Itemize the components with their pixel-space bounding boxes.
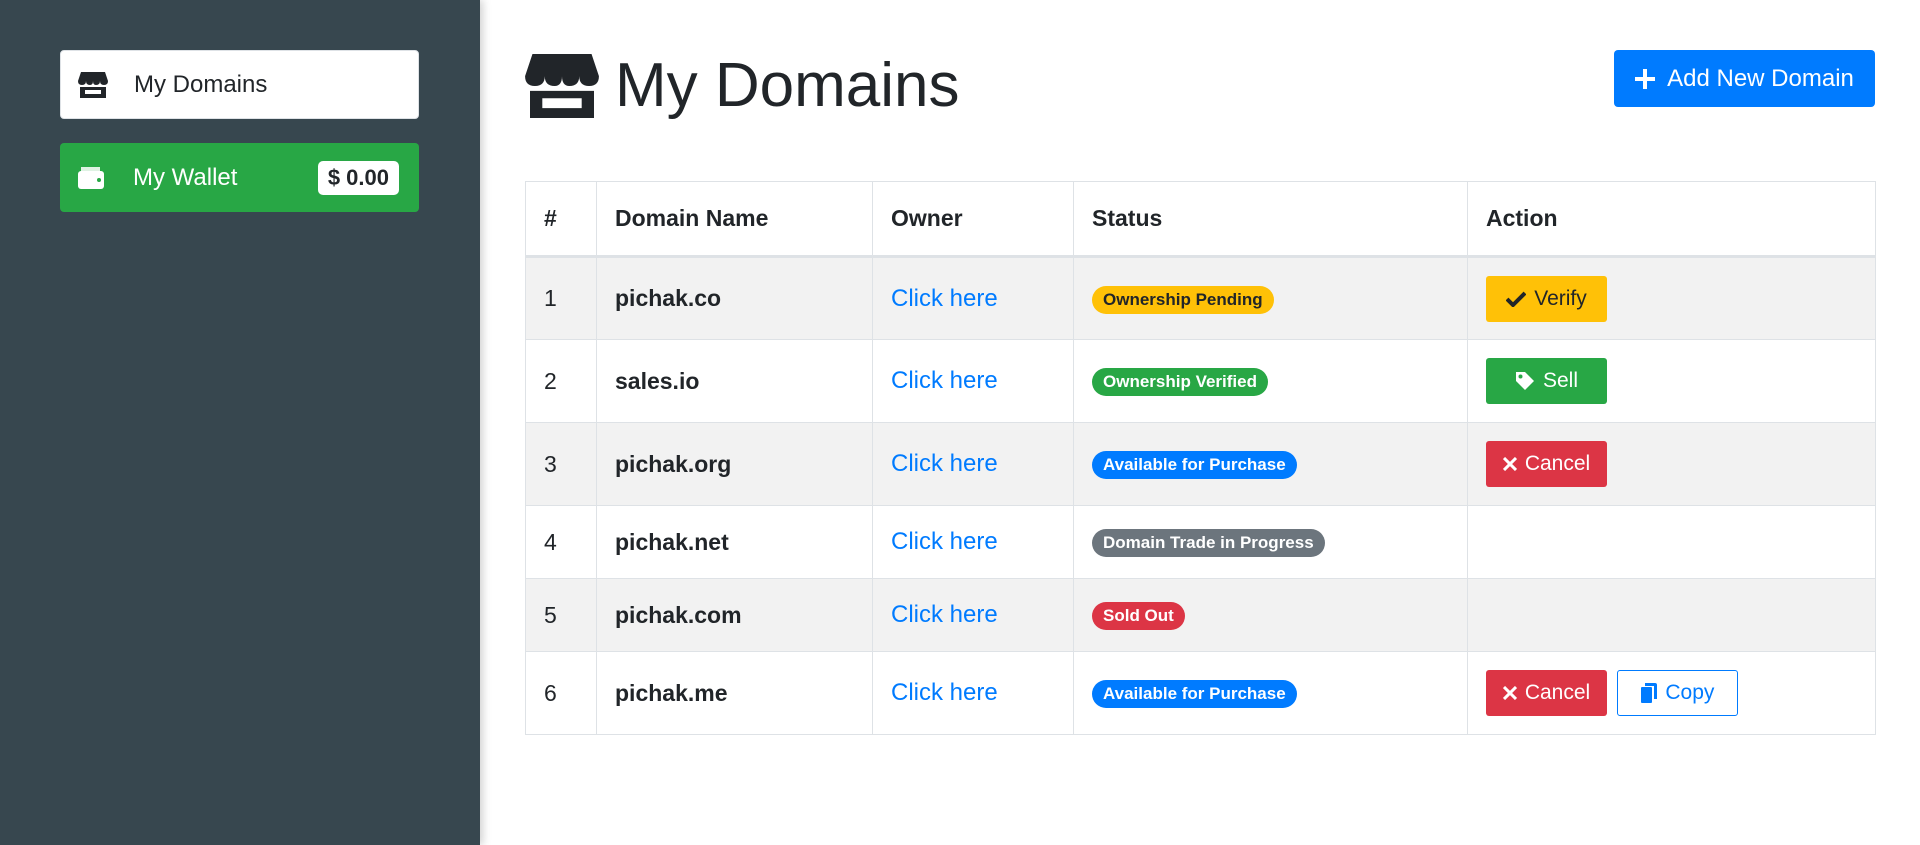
column-header-domain-name: Domain Name bbox=[596, 181, 873, 258]
add-new-domain-label: Add New Domain bbox=[1667, 64, 1854, 92]
table-row: 4 pichak.net Click here Domain Trade in … bbox=[525, 505, 1876, 579]
cancel-label: Cancel bbox=[1524, 452, 1591, 475]
status-badge: Available for Purchase bbox=[1092, 451, 1297, 479]
domain-name: sales.io bbox=[596, 339, 873, 423]
domain-name: pichak.co bbox=[596, 256, 873, 340]
owner-link[interactable]: Click here bbox=[891, 367, 998, 394]
sidebar: My Domains My Wallet $ 0.00 bbox=[0, 0, 480, 845]
domain-name: pichak.com bbox=[596, 578, 873, 652]
column-header-status: Status bbox=[1073, 181, 1468, 258]
table-row: 5 pichak.com Click here Sold Out bbox=[525, 578, 1876, 652]
status-cell: Ownership Pending bbox=[1073, 256, 1468, 340]
sell-button[interactable]: Sell bbox=[1486, 358, 1607, 404]
cancel-label: Cancel bbox=[1524, 681, 1591, 704]
cancel-button[interactable]: Cancel bbox=[1486, 441, 1607, 487]
action-cell bbox=[1467, 505, 1876, 579]
owner-cell: Click here bbox=[872, 651, 1074, 735]
table-row: 6 pichak.me Click here Available for Pur… bbox=[525, 651, 1876, 735]
owner-link[interactable]: Click here bbox=[891, 528, 998, 555]
copy-icon bbox=[1641, 683, 1658, 703]
status-badge: Sold Out bbox=[1092, 602, 1185, 630]
cancel-button[interactable]: Cancel bbox=[1486, 670, 1607, 716]
copy-button[interactable]: Copy bbox=[1617, 670, 1739, 716]
status-badge: Ownership Verified bbox=[1092, 368, 1268, 396]
table-row: 1 pichak.co Click here Ownership Pending… bbox=[525, 256, 1876, 340]
action-cell: Verify bbox=[1467, 256, 1876, 340]
page-header: My Domains bbox=[525, 48, 960, 123]
column-header-number: # bbox=[525, 181, 597, 258]
owner-cell: Click here bbox=[872, 578, 1074, 652]
page-title: My Domains bbox=[615, 51, 960, 120]
plus-icon bbox=[1635, 68, 1656, 89]
domain-name: pichak.net bbox=[596, 505, 873, 579]
store-icon bbox=[525, 53, 599, 118]
status-badge: Ownership Pending bbox=[1092, 285, 1274, 314]
store-icon bbox=[76, 71, 110, 99]
action-cell: Sell bbox=[1467, 339, 1876, 423]
sell-label: Sell bbox=[1542, 369, 1579, 392]
table-row: 2 sales.io Click here Ownership Verified… bbox=[525, 339, 1876, 423]
owner-cell: Click here bbox=[872, 422, 1074, 506]
tag-icon bbox=[1515, 372, 1534, 390]
row-number: 1 bbox=[525, 256, 597, 340]
verify-label: Verify bbox=[1534, 286, 1587, 310]
sidebar-item-label: My Domains bbox=[134, 70, 268, 98]
sidebar-item-my-domains[interactable]: My Domains bbox=[60, 50, 419, 119]
wallet-icon bbox=[75, 164, 109, 192]
owner-cell: Click here bbox=[872, 339, 1074, 423]
action-cell: Cancel Copy bbox=[1467, 651, 1876, 735]
row-number: 3 bbox=[525, 422, 597, 506]
sidebar-item-label: My Wallet bbox=[133, 163, 238, 191]
owner-link[interactable]: Click here bbox=[891, 601, 998, 628]
owner-link[interactable]: Click here bbox=[891, 679, 998, 706]
domains-table: # Domain Name Owner Status Action 1 pich… bbox=[525, 181, 1876, 735]
status-cell: Sold Out bbox=[1073, 578, 1468, 652]
column-header-action: Action bbox=[1467, 181, 1876, 258]
table-header-row: # Domain Name Owner Status Action bbox=[525, 181, 1876, 258]
action-cell: Cancel bbox=[1467, 422, 1876, 506]
verify-button[interactable]: Verify bbox=[1486, 275, 1607, 322]
close-icon bbox=[1502, 457, 1517, 471]
row-number: 2 bbox=[525, 339, 597, 423]
table-row: 3 pichak.org Click here Available for Pu… bbox=[525, 422, 1876, 506]
owner-cell: Click here bbox=[872, 505, 1074, 579]
check-icon bbox=[1506, 291, 1527, 307]
owner-link[interactable]: Click here bbox=[891, 450, 998, 477]
close-icon bbox=[1502, 686, 1517, 700]
status-cell: Available for Purchase bbox=[1073, 422, 1468, 506]
status-badge: Domain Trade in Progress bbox=[1092, 529, 1325, 557]
wallet-balance-badge: $ 0.00 bbox=[317, 160, 399, 195]
row-number: 6 bbox=[525, 651, 597, 735]
owner-cell: Click here bbox=[872, 256, 1074, 340]
sidebar-item-my-wallet[interactable]: My Wallet $ 0.00 bbox=[60, 143, 419, 212]
status-cell: Domain Trade in Progress bbox=[1073, 505, 1468, 579]
owner-link[interactable]: Click here bbox=[891, 285, 998, 312]
status-cell: Ownership Verified bbox=[1073, 339, 1468, 423]
domain-name: pichak.org bbox=[596, 422, 873, 506]
domain-name: pichak.me bbox=[596, 651, 873, 735]
copy-label: Copy bbox=[1665, 681, 1715, 704]
status-badge: Available for Purchase bbox=[1092, 680, 1297, 708]
add-new-domain-button[interactable]: Add New Domain bbox=[1614, 50, 1875, 107]
column-header-owner: Owner bbox=[872, 181, 1074, 258]
status-cell: Available for Purchase bbox=[1073, 651, 1468, 735]
row-number: 5 bbox=[525, 578, 597, 652]
row-number: 4 bbox=[525, 505, 597, 579]
action-cell bbox=[1467, 578, 1876, 652]
